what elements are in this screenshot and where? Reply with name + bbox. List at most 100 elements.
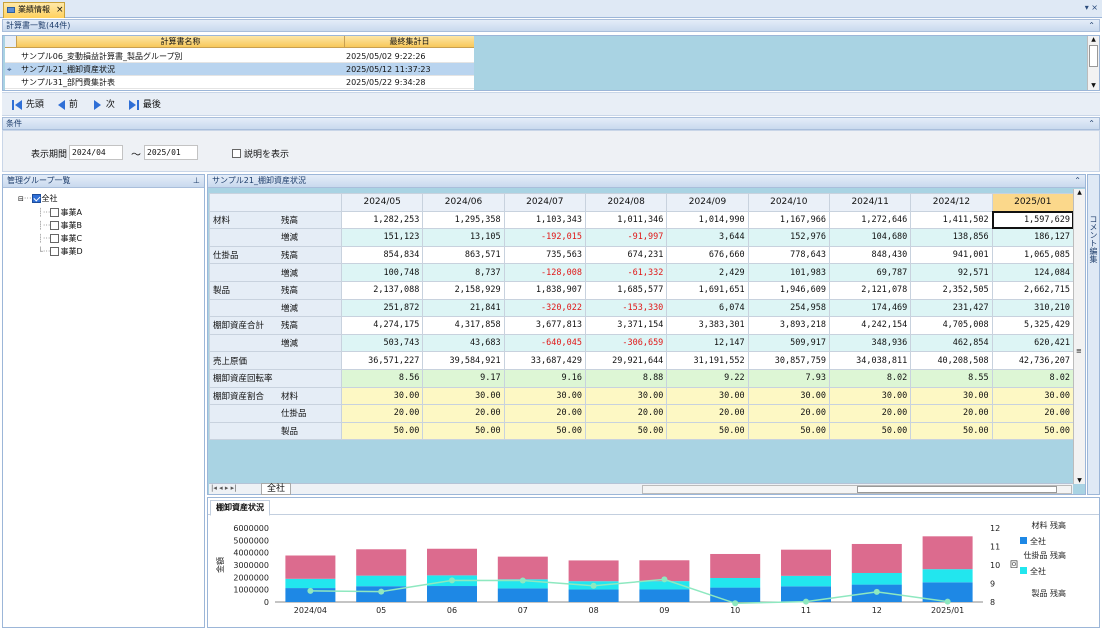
table-cell[interactable]: 1,282,253 <box>340 210 424 230</box>
table-cell[interactable]: 20.00 <box>584 404 668 423</box>
table-cell[interactable]: 20.00 <box>991 404 1075 423</box>
tab-business-info[interactable]: 業績情報 × <box>3 2 65 18</box>
table-cell[interactable]: 3,644 <box>666 228 749 247</box>
table-cell[interactable]: 20.00 <box>503 404 586 423</box>
table-cell[interactable]: 8.02 <box>828 368 912 388</box>
table-cell[interactable]: 30.00 <box>991 386 1075 406</box>
table-cell[interactable]: 941,001 <box>910 245 993 265</box>
table-cell[interactable]: 231,427 <box>910 298 993 318</box>
table-cell[interactable]: 7.93 <box>747 368 830 388</box>
first-button[interactable]: 先頭 <box>11 98 44 112</box>
table-cell[interactable]: -320,022 <box>503 298 586 318</box>
table-cell[interactable]: 30.00 <box>503 386 586 406</box>
sheet-nav-icons[interactable]: |◂ ◂ ▸ ▸| <box>211 484 236 492</box>
calc-list-scrollbar[interactable]: ▲ ▼ <box>1087 36 1099 90</box>
tree-root[interactable]: ⊟··· 全社 <box>18 192 83 206</box>
table-cell[interactable]: -306,659 <box>584 333 668 353</box>
table-cell[interactable]: 1,014,990 <box>666 210 749 230</box>
table-cell[interactable]: 12,147 <box>666 333 749 353</box>
table-cell[interactable]: 20.00 <box>422 404 505 423</box>
table-cell[interactable]: 6,074 <box>666 298 749 318</box>
table-cell[interactable]: 92,571 <box>910 263 993 282</box>
table-cell[interactable]: 152,976 <box>747 228 830 247</box>
column-date-header[interactable]: 最終集計日 <box>345 36 474 47</box>
table-cell[interactable]: 1,103,343 <box>503 210 586 230</box>
period-from-input[interactable]: 2024/04 <box>69 145 123 160</box>
period-to-input[interactable]: 2025/01 <box>144 145 198 160</box>
table-cell[interactable]: 30.00 <box>340 386 424 406</box>
grid-vertical-scrollbar[interactable]: ▲ ≡ ▼ <box>1073 189 1085 484</box>
node-checkbox[interactable] <box>50 247 60 256</box>
next-button[interactable]: 次 <box>93 98 115 112</box>
collapse-icon[interactable]: ⌃ <box>1088 118 1095 129</box>
table-cell[interactable]: 50.00 <box>910 421 993 441</box>
table-cell[interactable]: 2,662,715 <box>991 280 1075 300</box>
prev-button[interactable]: 前 <box>56 98 78 112</box>
table-cell[interactable]: 30.00 <box>666 386 749 406</box>
node-checkbox[interactable] <box>50 234 60 243</box>
table-cell[interactable]: 9.22 <box>666 368 749 388</box>
table-cell[interactable]: 3,371,154 <box>584 316 668 335</box>
table-cell[interactable]: 1,272,646 <box>828 210 912 230</box>
table-cell[interactable]: 1,065,085 <box>991 245 1075 265</box>
window-controls[interactable]: ▾ × <box>1085 3 1098 12</box>
table-cell[interactable]: 104,680 <box>828 228 912 247</box>
table-cell[interactable]: 43,683 <box>422 333 505 353</box>
table-cell[interactable]: 138,856 <box>910 228 993 247</box>
table-cell[interactable]: -91,997 <box>584 228 668 247</box>
table-cell[interactable]: -153,330 <box>584 298 668 318</box>
table-cell[interactable]: 2,352,505 <box>910 280 993 300</box>
comment-edit-tab[interactable]: コメント編集 <box>1087 174 1100 495</box>
table-cell[interactable]: 676,660 <box>666 245 749 265</box>
table-cell[interactable]: 20.00 <box>828 404 912 423</box>
table-cell[interactable]: 30,857,759 <box>747 351 830 370</box>
table-cell[interactable]: 29,921,644 <box>584 351 668 370</box>
table-cell[interactable]: 124,084 <box>991 263 1075 282</box>
table-cell[interactable]: 50.00 <box>503 421 586 441</box>
table-cell[interactable]: 254,958 <box>747 298 830 318</box>
root-checkbox[interactable] <box>31 194 41 203</box>
table-cell[interactable]: -61,332 <box>584 263 668 282</box>
table-cell[interactable]: 348,936 <box>828 333 912 353</box>
tree-node[interactable]: ┊··· 事業C <box>18 232 83 245</box>
table-cell[interactable]: 1,295,358 <box>422 210 505 230</box>
table-cell[interactable]: -192,015 <box>503 228 586 247</box>
table-cell[interactable]: 2,158,929 <box>422 280 505 300</box>
table-cell[interactable]: 1,011,346 <box>584 210 668 230</box>
table-cell[interactable]: 20.00 <box>666 404 749 423</box>
table-cell[interactable]: 854,834 <box>340 245 424 265</box>
table-cell[interactable]: 251,872 <box>340 298 424 318</box>
last-button[interactable]: 最後 <box>128 98 161 112</box>
table-cell[interactable]: 13,105 <box>422 228 505 247</box>
table-cell[interactable]: 30.00 <box>584 386 668 406</box>
tree-node[interactable]: └··· 事業D <box>18 245 83 258</box>
table-cell[interactable]: 36,571,227 <box>340 351 424 370</box>
table-cell[interactable]: -640,045 <box>503 333 586 353</box>
table-cell[interactable]: 3,893,218 <box>747 316 830 335</box>
table-cell[interactable]: 1,946,609 <box>747 280 830 300</box>
pin-icon[interactable]: ⊥ <box>193 175 200 187</box>
table-cell[interactable]: 30.00 <box>910 386 993 406</box>
list-item-selected[interactable]: ⌖ サンプル21_棚卸資産状況 2025/05/12 11:37:23 <box>5 63 474 76</box>
node-checkbox[interactable] <box>50 221 60 230</box>
show-description-checkbox[interactable] <box>232 149 241 158</box>
table-cell[interactable]: 8.56 <box>340 368 424 388</box>
list-item[interactable]: サンプル06_変動損益計算書_製品グループ別 2025/05/02 9:22:2… <box>5 50 474 63</box>
table-cell[interactable]: 735,563 <box>503 245 586 265</box>
table-cell[interactable]: 462,854 <box>910 333 993 353</box>
table-cell[interactable]: 1,411,502 <box>910 210 993 230</box>
table-cell[interactable]: 3,677,813 <box>503 316 586 335</box>
table-cell[interactable]: 1,597,629 <box>991 210 1075 230</box>
table-cell[interactable]: 4,705,008 <box>910 316 993 335</box>
table-cell[interactable]: 5,325,429 <box>991 316 1075 335</box>
table-cell[interactable]: 2,137,088 <box>340 280 424 300</box>
table-cell[interactable]: 30.00 <box>422 386 505 406</box>
table-cell[interactable]: 101,983 <box>747 263 830 282</box>
collapse-icon[interactable]: ⌃ <box>1074 175 1081 187</box>
tree-node[interactable]: ┊··· 事業A <box>18 206 83 219</box>
chart-tab[interactable]: 棚卸資産状況 <box>210 500 270 516</box>
sheet-tab[interactable]: 全社 <box>261 483 292 495</box>
list-item[interactable]: サンプル31_部門費集計表 2025/05/22 9:34:28 <box>5 76 474 89</box>
table-cell[interactable]: 848,430 <box>828 245 912 265</box>
table-cell[interactable]: 21,841 <box>422 298 505 318</box>
